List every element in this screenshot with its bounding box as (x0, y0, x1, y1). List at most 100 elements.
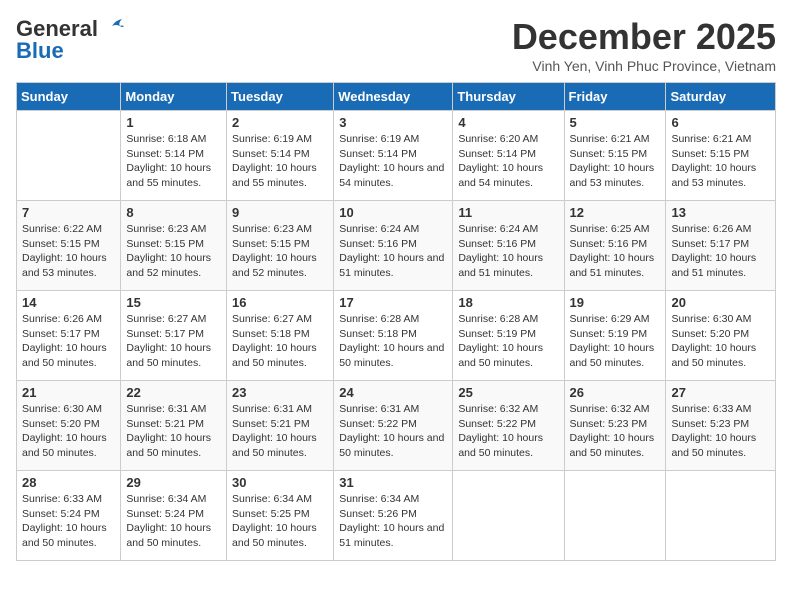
day-number: 24 (339, 385, 447, 400)
day-number: 17 (339, 295, 447, 310)
day-number: 15 (126, 295, 221, 310)
day-info: Sunrise: 6:34 AMSunset: 5:26 PMDaylight:… (339, 492, 447, 551)
day-number: 11 (458, 205, 558, 220)
calendar-cell: 3 Sunrise: 6:19 AMSunset: 5:14 PMDaylight… (334, 111, 453, 201)
calendar-cell: 7 Sunrise: 6:22 AMSunset: 5:15 PMDaylight… (17, 201, 121, 291)
calendar-cell (564, 471, 666, 561)
calendar-cell: 25 Sunrise: 6:32 AMSunset: 5:22 PMDayligh… (453, 381, 564, 471)
day-number: 10 (339, 205, 447, 220)
calendar-body: 1Sunrise: 6:18 AMSunset: 5:14 PMDaylight… (17, 111, 776, 561)
day-number: 4 (458, 115, 558, 130)
calendar-cell: 9 Sunrise: 6:23 AMSunset: 5:15 PMDaylight… (227, 201, 334, 291)
day-info: Sunrise: 6:22 AMSunset: 5:15 PMDaylight:… (22, 222, 115, 281)
day-header-sunday: Sunday (17, 83, 121, 111)
calendar-cell: 31 Sunrise: 6:34 AMSunset: 5:26 PMDayligh… (334, 471, 453, 561)
day-number: 18 (458, 295, 558, 310)
calendar-cell: 5Sunrise: 6:21 AMSunset: 5:15 PMDaylight… (564, 111, 666, 201)
title-area: December 2025 Vinh Yen, Vinh Phuc Provin… (512, 16, 776, 74)
day-number: 14 (22, 295, 115, 310)
calendar-cell: 16Sunrise: 6:27 AMSunset: 5:18 PMDayligh… (227, 291, 334, 381)
day-header-thursday: Thursday (453, 83, 564, 111)
day-info: Sunrise: 6:28 AMSunset: 5:18 PMDaylight:… (339, 312, 447, 371)
day-info: Sunrise: 6:20 AMSunset: 5:14 PMDaylight:… (458, 132, 558, 191)
calendar-cell: 2 Sunrise: 6:19 AMSunset: 5:14 PMDaylight… (227, 111, 334, 201)
calendar-week-row: 7 Sunrise: 6:22 AMSunset: 5:15 PMDaylight… (17, 201, 776, 291)
calendar-cell: 20Sunrise: 6:30 AMSunset: 5:20 PMDayligh… (666, 291, 776, 381)
day-number: 23 (232, 385, 328, 400)
day-info: Sunrise: 6:27 AMSunset: 5:18 PMDaylight:… (232, 312, 328, 371)
day-number: 8 (126, 205, 221, 220)
calendar-cell: 13 Sunrise: 6:26 AMSunset: 5:17 PMDayligh… (666, 201, 776, 291)
calendar-cell (453, 471, 564, 561)
day-number: 22 (126, 385, 221, 400)
day-info: Sunrise: 6:26 AMSunset: 5:17 PMDaylight:… (22, 312, 115, 371)
day-info: Sunrise: 6:34 AMSunset: 5:24 PMDaylight:… (126, 492, 221, 551)
month-title: December 2025 (512, 16, 776, 58)
day-number: 29 (126, 475, 221, 490)
calendar-cell (17, 111, 121, 201)
calendar-cell: 28 Sunrise: 6:33 AMSunset: 5:24 PMDayligh… (17, 471, 121, 561)
logo-blue-text: Blue (16, 38, 64, 64)
calendar-cell: 30 Sunrise: 6:34 AMSunset: 5:25 PMDayligh… (227, 471, 334, 561)
day-number: 9 (232, 205, 328, 220)
day-info: Sunrise: 6:19 AMSunset: 5:14 PMDaylight:… (232, 132, 328, 191)
calendar-header-row: SundayMondayTuesdayWednesdayThursdayFrid… (17, 83, 776, 111)
calendar-week-row: 21Sunrise: 6:30 AMSunset: 5:20 PMDayligh… (17, 381, 776, 471)
day-info: Sunrise: 6:24 AMSunset: 5:16 PMDaylight:… (339, 222, 447, 281)
calendar-cell: 27Sunrise: 6:33 AMSunset: 5:23 PMDayligh… (666, 381, 776, 471)
day-number: 7 (22, 205, 115, 220)
day-number: 25 (458, 385, 558, 400)
calendar-cell: 11Sunrise: 6:24 AMSunset: 5:16 PMDayligh… (453, 201, 564, 291)
day-header-friday: Friday (564, 83, 666, 111)
logo: General Blue (16, 16, 124, 64)
day-info: Sunrise: 6:25 AMSunset: 5:16 PMDaylight:… (570, 222, 661, 281)
calendar-cell: 29 Sunrise: 6:34 AMSunset: 5:24 PMDayligh… (121, 471, 227, 561)
day-info: Sunrise: 6:33 AMSunset: 5:24 PMDaylight:… (22, 492, 115, 551)
calendar-cell: 26Sunrise: 6:32 AMSunset: 5:23 PMDayligh… (564, 381, 666, 471)
day-number: 5 (570, 115, 661, 130)
day-info: Sunrise: 6:23 AMSunset: 5:15 PMDaylight:… (126, 222, 221, 281)
calendar-cell: 8 Sunrise: 6:23 AMSunset: 5:15 PMDaylight… (121, 201, 227, 291)
day-info: Sunrise: 6:21 AMSunset: 5:15 PMDaylight:… (671, 132, 770, 191)
day-number: 27 (671, 385, 770, 400)
day-number: 13 (671, 205, 770, 220)
calendar-cell: 17 Sunrise: 6:28 AMSunset: 5:18 PMDayligh… (334, 291, 453, 381)
day-info: Sunrise: 6:27 AMSunset: 5:17 PMDaylight:… (126, 312, 221, 371)
header: General Blue December 2025 Vinh Yen, Vin… (16, 16, 776, 74)
day-number: 31 (339, 475, 447, 490)
day-header-monday: Monday (121, 83, 227, 111)
calendar-cell: 22 Sunrise: 6:31 AMSunset: 5:21 PMDayligh… (121, 381, 227, 471)
day-number: 26 (570, 385, 661, 400)
calendar-week-row: 14 Sunrise: 6:26 AMSunset: 5:17 PMDayligh… (17, 291, 776, 381)
day-info: Sunrise: 6:31 AMSunset: 5:22 PMDaylight:… (339, 402, 447, 461)
calendar-cell: 14 Sunrise: 6:26 AMSunset: 5:17 PMDayligh… (17, 291, 121, 381)
day-info: Sunrise: 6:18 AMSunset: 5:14 PMDaylight:… (126, 132, 221, 191)
day-info: Sunrise: 6:30 AMSunset: 5:20 PMDaylight:… (671, 312, 770, 371)
day-number: 30 (232, 475, 328, 490)
day-info: Sunrise: 6:26 AMSunset: 5:17 PMDaylight:… (671, 222, 770, 281)
day-info: Sunrise: 6:23 AMSunset: 5:15 PMDaylight:… (232, 222, 328, 281)
calendar-cell: 23Sunrise: 6:31 AMSunset: 5:21 PMDayligh… (227, 381, 334, 471)
day-number: 2 (232, 115, 328, 130)
calendar-cell: 24 Sunrise: 6:31 AMSunset: 5:22 PMDayligh… (334, 381, 453, 471)
calendar-cell: 12 Sunrise: 6:25 AMSunset: 5:16 PMDayligh… (564, 201, 666, 291)
day-info: Sunrise: 6:19 AMSunset: 5:14 PMDaylight:… (339, 132, 447, 191)
calendar-week-row: 1Sunrise: 6:18 AMSunset: 5:14 PMDaylight… (17, 111, 776, 201)
day-info: Sunrise: 6:29 AMSunset: 5:19 PMDaylight:… (570, 312, 661, 371)
calendar-cell: 1Sunrise: 6:18 AMSunset: 5:14 PMDaylight… (121, 111, 227, 201)
calendar-cell: 6 Sunrise: 6:21 AMSunset: 5:15 PMDaylight… (666, 111, 776, 201)
calendar-cell: 21Sunrise: 6:30 AMSunset: 5:20 PMDayligh… (17, 381, 121, 471)
day-info: Sunrise: 6:34 AMSunset: 5:25 PMDaylight:… (232, 492, 328, 551)
day-info: Sunrise: 6:32 AMSunset: 5:22 PMDaylight:… (458, 402, 558, 461)
day-number: 28 (22, 475, 115, 490)
day-info: Sunrise: 6:28 AMSunset: 5:19 PMDaylight:… (458, 312, 558, 371)
day-header-wednesday: Wednesday (334, 83, 453, 111)
day-number: 12 (570, 205, 661, 220)
day-number: 6 (671, 115, 770, 130)
day-info: Sunrise: 6:31 AMSunset: 5:21 PMDaylight:… (126, 402, 221, 461)
calendar-cell: 15 Sunrise: 6:27 AMSunset: 5:17 PMDayligh… (121, 291, 227, 381)
day-number: 3 (339, 115, 447, 130)
location-subtitle: Vinh Yen, Vinh Phuc Province, Vietnam (512, 58, 776, 74)
calendar-cell: 19Sunrise: 6:29 AMSunset: 5:19 PMDayligh… (564, 291, 666, 381)
logo-bird-icon (102, 18, 124, 36)
